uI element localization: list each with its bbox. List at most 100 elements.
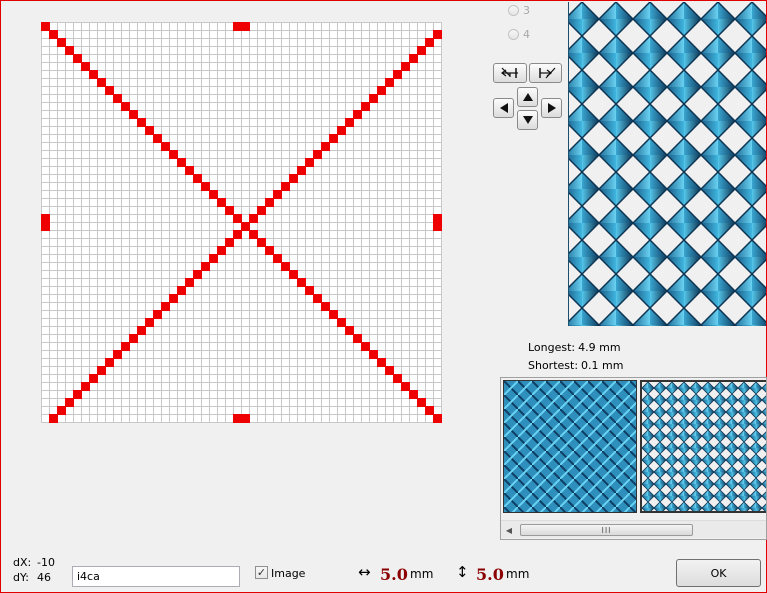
ok-button[interactable]: OK	[676, 559, 761, 587]
move-left-button[interactable]	[493, 98, 514, 118]
stitch-point[interactable]	[49, 414, 58, 423]
stitch-point[interactable]	[153, 310, 162, 319]
stitch-point[interactable]	[417, 398, 426, 407]
stitch-point[interactable]	[401, 62, 410, 71]
stitch-point[interactable]	[225, 206, 234, 215]
radio-circle[interactable]	[508, 29, 519, 40]
stitch-point[interactable]	[41, 22, 50, 31]
stitch-point[interactable]	[305, 286, 314, 295]
stitch-point[interactable]	[57, 406, 66, 415]
stitch-point[interactable]	[209, 190, 218, 199]
stitch-point[interactable]	[121, 342, 130, 351]
stitch-point[interactable]	[209, 254, 218, 263]
stitch-point[interactable]	[201, 182, 210, 191]
stitch-point[interactable]	[329, 310, 338, 319]
stitch-point[interactable]	[193, 270, 202, 279]
stitch-point[interactable]	[393, 70, 402, 79]
stitch-point[interactable]	[233, 22, 242, 31]
stitch-point[interactable]	[313, 294, 322, 303]
stitch-point[interactable]	[321, 142, 330, 151]
pattern-thumbnail-selected[interactable]	[640, 380, 766, 513]
stitch-point[interactable]	[377, 86, 386, 95]
stitch-point[interactable]	[337, 126, 346, 135]
stitch-point[interactable]	[241, 414, 250, 423]
stitch-point[interactable]	[297, 278, 306, 287]
stitch-point[interactable]	[345, 118, 354, 127]
stitch-point[interactable]	[233, 230, 242, 239]
stitch-point[interactable]	[305, 158, 314, 167]
stitch-point[interactable]	[169, 294, 178, 303]
stitch-point[interactable]	[385, 366, 394, 375]
height-value[interactable]: 5.0	[476, 565, 504, 584]
stitch-point[interactable]	[145, 126, 154, 135]
width-value[interactable]: 5.0	[380, 565, 408, 584]
stitch-point[interactable]	[369, 350, 378, 359]
stitch-point[interactable]	[73, 54, 82, 63]
pattern-name-input[interactable]	[72, 566, 240, 587]
stitch-point[interactable]	[73, 390, 82, 399]
stitch-point[interactable]	[433, 30, 442, 39]
thumbnail-scrollbar[interactable]: ◀ III	[501, 520, 766, 538]
move-down-button[interactable]	[517, 110, 538, 130]
stitch-point[interactable]	[137, 326, 146, 335]
stitch-point[interactable]	[113, 350, 122, 359]
stitch-point[interactable]	[433, 222, 442, 231]
stitch-point[interactable]	[401, 382, 410, 391]
stitch-point[interactable]	[225, 238, 234, 247]
stitch-point[interactable]	[377, 358, 386, 367]
stitch-point[interactable]	[161, 302, 170, 311]
stitch-point[interactable]	[41, 214, 50, 223]
move-right-button[interactable]	[541, 98, 562, 118]
stitch-point[interactable]	[425, 406, 434, 415]
stitch-point[interactable]	[65, 398, 74, 407]
stitch-point[interactable]	[425, 38, 434, 47]
stitch-point[interactable]	[249, 214, 258, 223]
stitch-point[interactable]	[129, 110, 138, 119]
stitch-point[interactable]	[177, 158, 186, 167]
stitch-point[interactable]	[265, 198, 274, 207]
align-left-button[interactable]	[493, 63, 527, 83]
stitch-point[interactable]	[185, 166, 194, 175]
stitch-point[interactable]	[393, 374, 402, 383]
stitch-point[interactable]	[57, 38, 66, 47]
stitch-point[interactable]	[353, 334, 362, 343]
stitch-point[interactable]	[281, 262, 290, 271]
move-up-button[interactable]	[517, 87, 538, 107]
stitch-point[interactable]	[161, 142, 170, 151]
stitch-point[interactable]	[121, 102, 130, 111]
pattern-thumbnail-list[interactable]	[500, 377, 767, 540]
stitch-grid-canvas[interactable]	[41, 22, 442, 423]
stitch-point[interactable]	[97, 78, 106, 87]
stitch-point[interactable]	[241, 222, 250, 231]
stitch-point[interactable]	[409, 390, 418, 399]
stitch-point[interactable]	[185, 278, 194, 287]
stitch-point[interactable]	[49, 30, 58, 39]
radio-option-4[interactable]: 4	[508, 28, 530, 41]
stitch-point[interactable]	[241, 22, 250, 31]
stitch-point[interactable]	[177, 286, 186, 295]
stitch-point[interactable]	[433, 414, 442, 423]
stitch-point[interactable]	[201, 262, 210, 271]
stitch-point[interactable]	[273, 190, 282, 199]
stitch-point[interactable]	[153, 134, 162, 143]
stitch-point[interactable]	[65, 46, 74, 55]
stitch-point[interactable]	[289, 270, 298, 279]
stitch-point[interactable]	[297, 166, 306, 175]
stitch-point[interactable]	[217, 246, 226, 255]
grid-drawing[interactable]	[41, 22, 442, 423]
stitch-point[interactable]	[217, 198, 226, 207]
stitch-point[interactable]	[233, 414, 242, 423]
stitch-point[interactable]	[289, 174, 298, 183]
stitch-point[interactable]	[129, 334, 138, 343]
pattern-thumbnail[interactable]	[503, 380, 637, 513]
stitch-point[interactable]	[353, 110, 362, 119]
stitch-point[interactable]	[257, 206, 266, 215]
scrollbar-thumb[interactable]: III	[520, 524, 693, 536]
stitch-point[interactable]	[105, 358, 114, 367]
stitch-point[interactable]	[145, 318, 154, 327]
image-checkbox[interactable]: ✓	[255, 566, 268, 579]
stitch-point[interactable]	[433, 214, 442, 223]
stitch-point[interactable]	[385, 78, 394, 87]
stitch-point[interactable]	[345, 326, 354, 335]
stitch-point[interactable]	[169, 150, 178, 159]
